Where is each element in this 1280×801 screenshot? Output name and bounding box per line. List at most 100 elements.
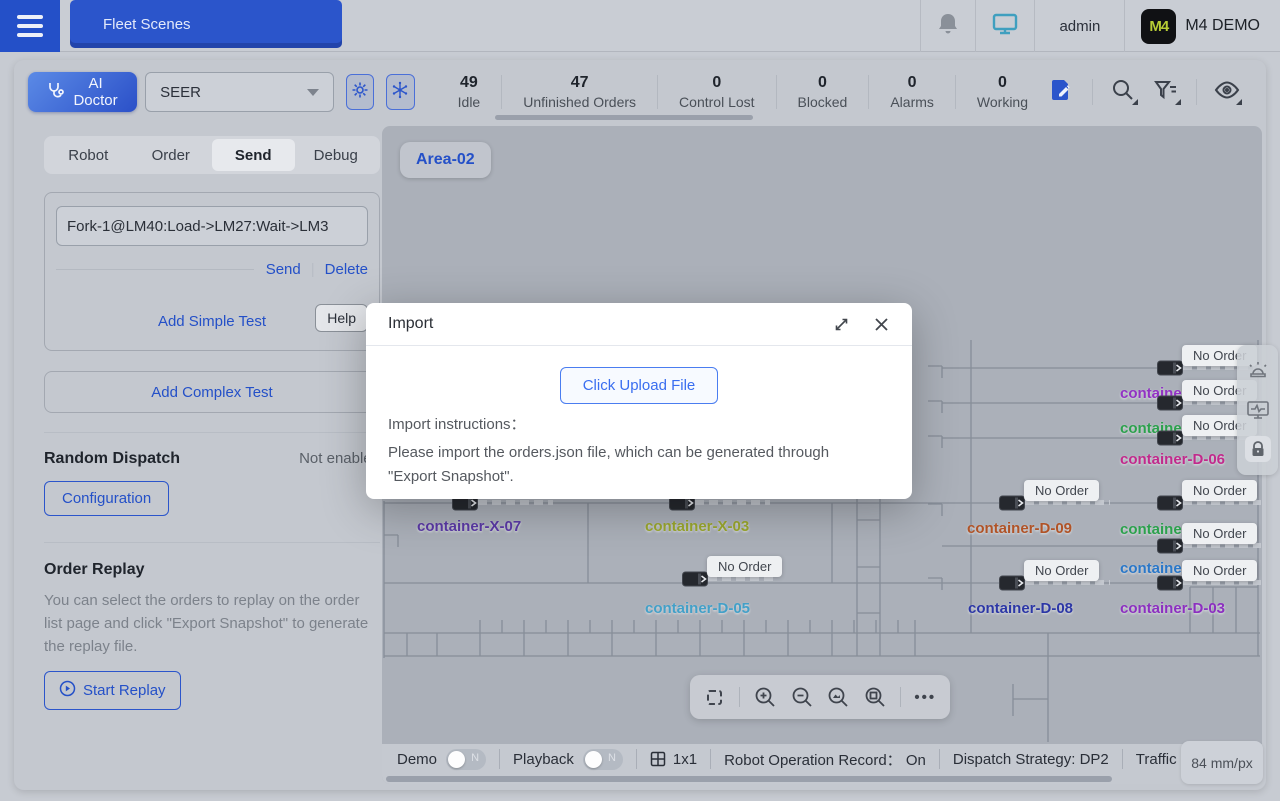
notifications-button[interactable] bbox=[920, 0, 975, 52]
map-zoom-toolbar: ••• bbox=[690, 675, 950, 719]
robot-operation-record: Robot Operation Record： On bbox=[724, 749, 926, 770]
stat-control-lost: 0Control Lost bbox=[658, 73, 775, 111]
modal-title: Import bbox=[388, 315, 433, 333]
demo-toggle[interactable]: N bbox=[446, 749, 486, 770]
stats-scrollbar[interactable] bbox=[495, 115, 753, 120]
area-label[interactable]: Area-02 bbox=[400, 142, 491, 178]
zoom-out-icon bbox=[791, 686, 813, 708]
siren-icon bbox=[1246, 360, 1270, 382]
robot-icon[interactable] bbox=[999, 575, 1025, 591]
gear-icon bbox=[351, 81, 369, 104]
container-label[interactable]: container-D-08 bbox=[968, 600, 1073, 617]
zoom-in-icon bbox=[754, 686, 776, 708]
container-label[interactable]: container-D-09 bbox=[967, 520, 1072, 537]
add-complex-test-button[interactable]: Add Complex Test bbox=[44, 371, 380, 413]
tab-fleet-scenes[interactable]: Fleet Scenes bbox=[70, 0, 342, 48]
pulse-monitor-icon bbox=[1246, 399, 1270, 421]
container-label[interactable]: containe bbox=[1120, 521, 1182, 538]
robot-icon[interactable] bbox=[999, 495, 1025, 511]
robot-icon[interactable] bbox=[1157, 430, 1183, 446]
fleet-stats: 49Idle 47Unfinished Orders 0Control Lost… bbox=[437, 73, 1049, 111]
robot-icon[interactable] bbox=[1157, 360, 1183, 376]
lock-button[interactable] bbox=[1245, 436, 1271, 462]
user-name[interactable]: admin bbox=[1034, 0, 1124, 52]
fullscreen-button[interactable] bbox=[832, 315, 850, 333]
stat-unfinished-orders: 47Unfinished Orders bbox=[502, 73, 657, 111]
tab-order[interactable]: Order bbox=[130, 139, 213, 171]
brand-logo: M4 bbox=[1141, 9, 1176, 44]
menu-button[interactable] bbox=[0, 0, 60, 52]
no-order-badge: No Order bbox=[1024, 480, 1099, 501]
robot-icon[interactable] bbox=[1157, 395, 1183, 411]
close-icon bbox=[874, 317, 889, 332]
app-header: Fleet Scenes admin M4 M4 DEMO bbox=[0, 0, 1280, 52]
tab-robot[interactable]: Robot bbox=[47, 139, 130, 171]
search-button[interactable] bbox=[1110, 79, 1136, 105]
robot-icon[interactable] bbox=[1157, 575, 1183, 591]
ai-doctor-button[interactable]: AI Doctor bbox=[28, 72, 137, 112]
playback-toggle[interactable]: N bbox=[583, 749, 623, 770]
no-order-badge: No Order bbox=[707, 556, 782, 577]
tab-send[interactable]: Send bbox=[212, 139, 295, 171]
zoom-reset-button[interactable] bbox=[863, 685, 887, 709]
stat-alarms: 0Alarms bbox=[869, 73, 955, 111]
container-label[interactable]: container-D-05 bbox=[645, 600, 750, 617]
area-select-button[interactable] bbox=[703, 685, 727, 709]
container-label[interactable]: container-X-03 bbox=[645, 518, 749, 535]
order-command-input[interactable] bbox=[56, 206, 368, 246]
delete-link[interactable]: Delete bbox=[325, 261, 368, 278]
upload-file-button[interactable]: Click Upload File bbox=[560, 367, 719, 404]
ellipsis-icon: ••• bbox=[914, 689, 936, 706]
more-tools-button[interactable]: ••• bbox=[913, 685, 937, 709]
edit-document-icon bbox=[1051, 78, 1073, 107]
container-label[interactable]: container-D-06 bbox=[1120, 451, 1225, 468]
add-simple-test-link[interactable]: Add Simple Test bbox=[158, 313, 266, 330]
order-replay-title: Order Replay bbox=[44, 561, 380, 579]
start-replay-button[interactable]: Start Replay bbox=[44, 671, 181, 710]
filter-button[interactable] bbox=[1153, 79, 1179, 105]
network-icon bbox=[391, 81, 409, 104]
zoom-out-button[interactable] bbox=[790, 685, 814, 709]
bell-icon bbox=[937, 12, 959, 41]
selection-box-icon bbox=[707, 690, 722, 705]
stat-idle: 49Idle bbox=[437, 73, 502, 111]
robot-icon[interactable] bbox=[1157, 495, 1183, 511]
tab-debug[interactable]: Debug bbox=[295, 139, 378, 171]
zoom-fit-icon bbox=[827, 686, 849, 708]
zoom-in-button[interactable] bbox=[753, 685, 777, 709]
container-label[interactable]: container-X-07 bbox=[417, 518, 521, 535]
fleet-select[interactable]: SEER bbox=[145, 72, 334, 112]
map-horizontal-scrollbar[interactable] bbox=[386, 776, 1112, 782]
edit-order-button[interactable] bbox=[1049, 79, 1075, 105]
random-dispatch-title: Random Dispatch bbox=[44, 450, 180, 468]
container-label[interactable]: container-D-03 bbox=[1120, 600, 1225, 617]
stat-blocked: 0Blocked bbox=[777, 73, 869, 111]
settings-button[interactable] bbox=[346, 74, 374, 110]
brand-name: M4 DEMO bbox=[1185, 17, 1260, 35]
robot-trail bbox=[695, 500, 770, 505]
close-button[interactable] bbox=[872, 315, 890, 333]
playback-label: Playback bbox=[513, 751, 574, 768]
network-button[interactable] bbox=[386, 74, 414, 110]
alarm-beacon-button[interactable] bbox=[1245, 358, 1271, 384]
no-order-badge: No Order bbox=[1182, 560, 1257, 581]
send-link[interactable]: Send bbox=[266, 261, 301, 278]
zoom-fit-content-button[interactable] bbox=[826, 685, 850, 709]
visibility-button[interactable] bbox=[1214, 79, 1240, 105]
grid-layout-button[interactable]: 1x1 bbox=[650, 751, 697, 768]
monitor-chart-button[interactable] bbox=[1245, 397, 1271, 423]
stethoscope-icon bbox=[46, 81, 64, 103]
monitor-button[interactable] bbox=[975, 0, 1034, 52]
grid-icon bbox=[650, 751, 666, 767]
import-instructions-title: Import instructions： bbox=[388, 413, 890, 434]
tab-fleet-scenes-label: Fleet Scenes bbox=[103, 16, 191, 33]
no-order-badge: No Order bbox=[1024, 560, 1099, 581]
robot-icon[interactable] bbox=[1157, 538, 1183, 554]
configuration-button[interactable]: Configuration bbox=[44, 481, 169, 516]
robot-icon[interactable] bbox=[682, 571, 708, 587]
no-order-badge: No Order bbox=[1182, 523, 1257, 544]
help-button[interactable]: Help bbox=[315, 304, 368, 332]
panel-tabs: Robot Order Send Debug bbox=[44, 136, 380, 174]
import-modal: Import Click Upload File Import instruct… bbox=[366, 303, 912, 499]
fleet-toolbar: AI Doctor SEER 49Idle bbox=[14, 60, 1266, 124]
